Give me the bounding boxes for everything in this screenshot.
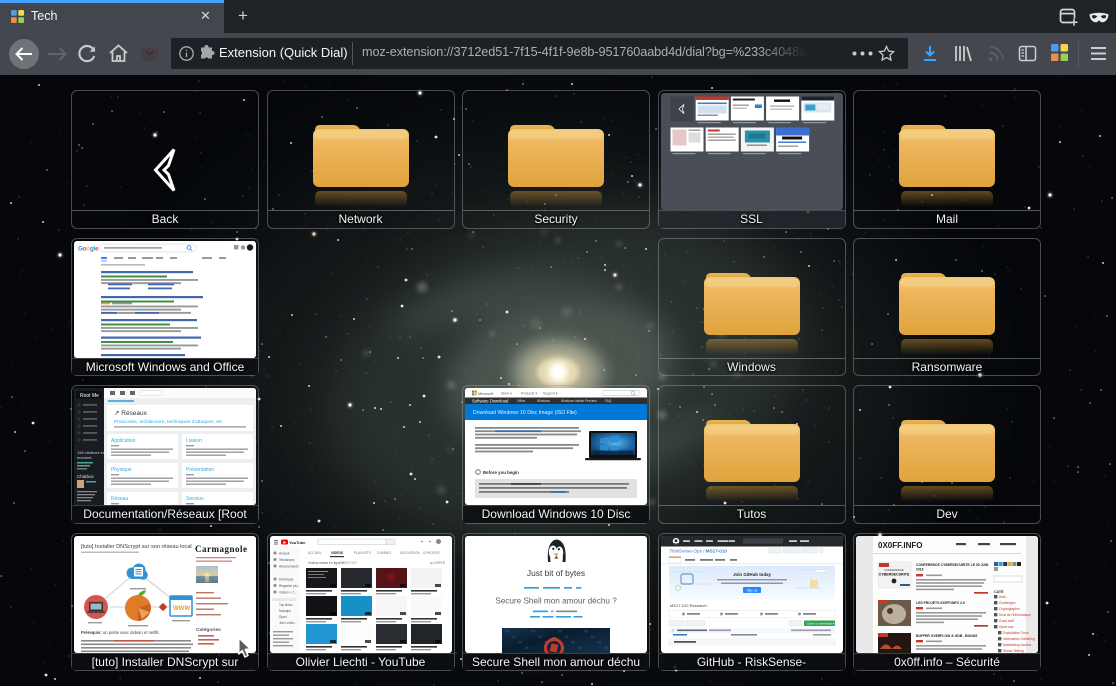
svg-text:Secure Shell mon amour déchu ?: Secure Shell mon amour déchu ? xyxy=(495,596,617,605)
svg-text:WWW: WWW xyxy=(173,606,190,612)
svg-text:Information Gathering: Information Gathering xyxy=(1003,637,1035,641)
svg-text:Abonnements: Abonnements xyxy=(279,564,299,568)
svg-text:Carmagnole: Carmagnole xyxy=(195,544,248,554)
svg-text:Office: Office xyxy=(517,399,525,403)
svg-text:Good stuff: Good stuff xyxy=(999,619,1014,623)
svg-text:Top Brico...: Top Brico... xyxy=(279,603,295,607)
svg-text:Clone or download ▾: Clone or download ▾ xyxy=(806,621,835,625)
svg-text:Asté...: Asté... xyxy=(999,595,1008,599)
svg-text:FAQ: FAQ xyxy=(605,399,612,403)
svg-text:Sport: Sport xyxy=(279,615,287,619)
svg-text:Windows: Windows xyxy=(537,399,550,403)
svg-text:0X0FF.INFO: 0X0FF.INFO xyxy=(878,541,922,550)
svg-text:Google: Google xyxy=(78,245,99,252)
svg-text:PLAYLISTS: PLAYLISTS xyxy=(354,551,371,555)
svg-text:Vidéos mises en ligne ▾: Vidéos mises en ligne ▾ xyxy=(308,561,344,565)
svg-text:Sign up: Sign up xyxy=(746,588,757,592)
svg-text:Before you begin: Before you begin xyxy=(483,470,519,475)
svg-text:Root Me: Root Me xyxy=(80,393,99,399)
svg-text:CYBERSECURITE: CYBERSECURITE xyxy=(879,572,910,576)
svg-text:LES PROJETS 0X0FF.INFO 2.0: LES PROJETS 0X0FF.INFO 2.0 xyxy=(916,601,965,605)
svg-text:Support ▾: Support ▾ xyxy=(543,392,558,396)
svg-text:CHAÎNES: CHAÎNES xyxy=(377,551,391,555)
svg-text:Store ▾: Store ▾ xyxy=(501,392,512,396)
svg-text:Products ▾: Products ▾ xyxy=(521,392,537,396)
svg-text:Application: Application xyxy=(111,438,136,444)
svg-text:Physique: Physique xyxy=(111,467,132,473)
svg-text:Join GitHub today: Join GitHub today xyxy=(733,572,771,577)
svg-text:Musique: Musique xyxy=(279,609,291,613)
svg-text:Liaison: Liaison xyxy=(186,438,202,444)
svg-text:Just bit of bytes: Just bit of bytes xyxy=(527,568,585,578)
svg-text:TRIER PAR: TRIER PAR xyxy=(340,561,357,565)
svg-text:Protocoles, architecture, tech: Protocoles, architecture, techniques d'a… xyxy=(114,419,223,425)
svg-text:Microsoft: Microsoft xyxy=(478,392,494,396)
svg-text:Session: Session xyxy=(186,496,204,502)
svg-text:YouTube: YouTube xyxy=(289,540,306,545)
svg-text:Download Windows 10 Disc Image: Download Windows 10 Disc Image (ISO File… xyxy=(473,410,577,416)
svg-text:↗ Réseaux: ↗ Réseaux xyxy=(114,410,148,417)
svg-text:Historique: Historique xyxy=(279,577,294,581)
svg-text:Exploitation Tools: Exploitation Tools xyxy=(1003,631,1029,635)
svg-text:Jeux vidéo...: Jeux vidéo... xyxy=(279,621,297,625)
svg-text:Vidéos « J...: Vidéos « J... xyxy=(279,590,297,594)
svg-text:MS17-010 Research: MS17-010 Research xyxy=(670,603,707,608)
svg-text:DISCUSSION: DISCUSSION xyxy=(400,551,421,555)
svg-text:Prérequis: un poste avec debia: Prérequis: un poste avec debian et netfi… xyxy=(81,630,160,635)
svg-text:Regarder plu...: Regarder plu... xyxy=(279,584,300,588)
svg-text:VIDÉOS: VIDÉOS xyxy=(331,550,343,555)
svg-text:BUFFER OVERFLOW & GDB - BONUS: BUFFER OVERFLOW & GDB - BONUS xyxy=(916,634,978,638)
svg-text:Software Download: Software Download xyxy=(472,398,509,403)
svg-text:Cryptographie: Cryptographie xyxy=(999,607,1020,611)
svg-text:Chatbox: Chatbox xyxy=(77,474,95,479)
svg-text:CATÉ: CATÉ xyxy=(994,589,1004,594)
svg-text:moment: moment xyxy=(77,455,92,460)
svg-text:Catégories: Catégories xyxy=(196,627,221,633)
svg-text:CONFERENCE CYBERSECURITE LE 30: CONFERENCE CYBERSECURITE LE 30 JUIN xyxy=(916,563,989,567)
svg-text:Hack vrac: Hack vrac xyxy=(999,625,1014,629)
svg-text:RiskSense-Ops / MS17-010: RiskSense-Ops / MS17-010 xyxy=(670,548,727,553)
svg-text:À PROPOS: À PROPOS xyxy=(423,551,440,555)
svg-text:2016: 2016 xyxy=(916,567,924,571)
svg-text:Challenges: Challenges xyxy=(999,601,1016,605)
svg-text:[tuto] Installer DNScrypt sur: [tuto] Installer DNScrypt sur son réseau… xyxy=(81,544,192,550)
svg-text:ACCUEIL: ACCUEIL xyxy=(308,551,322,555)
svg-text:Tendances: Tendances xyxy=(279,558,295,562)
svg-text:Accueil: Accueil xyxy=(279,551,290,555)
svg-text:CONFERENCE: CONFERENCE xyxy=(884,568,904,572)
svg-text:Droit de l'informatique: Droit de l'informatique xyxy=(999,613,1031,617)
svg-text:Présentation: Présentation xyxy=(186,467,214,473)
svg-text:▤ CRÉER: ▤ CRÉER xyxy=(430,560,446,565)
svg-text:Windows Insider Preview: Windows Insider Preview xyxy=(561,399,597,403)
svg-text:Réseau: Réseau xyxy=(111,496,128,502)
svg-text:Maintaining Access: Maintaining Access xyxy=(1003,643,1032,647)
